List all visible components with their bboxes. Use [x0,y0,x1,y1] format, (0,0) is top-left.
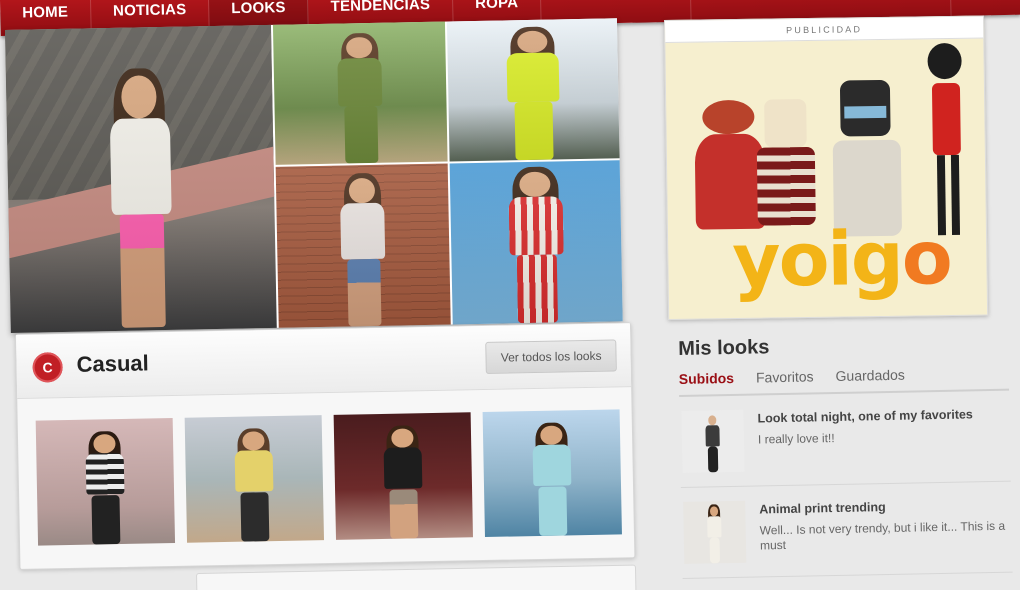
look-thumbnail-3[interactable] [333,412,473,540]
tab-favoritos[interactable]: Favoritos [756,368,814,385]
featured-look-photo-4[interactable] [275,163,451,328]
category-panel-casual: C Casual Ver todos los looks [15,322,636,570]
view-all-looks-button[interactable]: Ver todos los looks [485,339,617,374]
category-thumbnails [35,409,622,546]
tab-subidos[interactable]: Subidos [679,370,735,387]
look-item-title[interactable]: Animal print trending [759,498,1009,516]
next-category-panel [196,564,637,590]
look-item-thumbnail[interactable] [681,409,745,473]
look-thumbnail-2[interactable] [184,415,325,543]
category-title: Casual [76,350,149,377]
yoigo-logo: yoigo [731,215,952,305]
list-item: Look total night, one of my favorites I … [679,390,1011,488]
look-item-title[interactable]: Look total night, one of my favorites [757,407,1007,425]
category-header: C Casual Ver todos los looks [16,323,632,399]
ad-label: PUBLICIDAD [665,16,984,43]
look-item-description: Well... Is not very trendy, but i like i… [759,518,1006,553]
look-item-thumbnail[interactable] [683,500,747,564]
advertisement-banner[interactable]: PUBLICIDAD yoigo [664,15,989,320]
look-item-description: I really love it!! [757,431,835,447]
tab-guardados[interactable]: Guardados [835,367,905,384]
featured-look-photo-5[interactable] [449,160,623,325]
featured-look-photo-main[interactable] [5,24,277,333]
featured-looks-collage [5,18,623,333]
look-thumbnail-4[interactable] [482,409,622,538]
category-badge: C [32,352,63,383]
mis-looks-title: Mis looks [678,336,770,360]
featured-look-photo-3[interactable] [446,18,620,162]
mis-looks-panel: Mis looks Subidos Favoritos Guardados Lo… [678,332,1013,590]
list-item: Animal print trending Well... Is not ver… [680,481,1013,579]
look-thumbnail-1[interactable] [35,417,176,546]
cartoon-character-4 [917,42,980,244]
featured-look-photo-2[interactable] [272,21,448,165]
